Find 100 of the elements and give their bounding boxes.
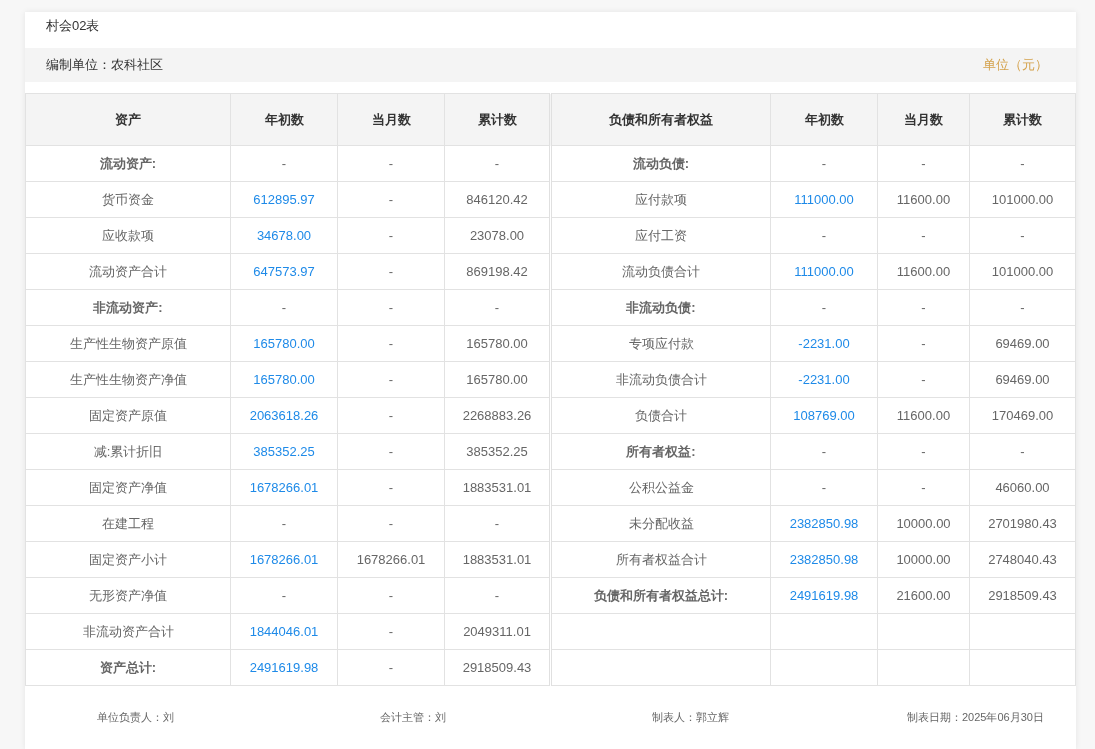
table-cell: -: [877, 469, 970, 506]
table-cell: -: [337, 505, 445, 542]
table-cell: -: [770, 145, 878, 182]
table-cell: -: [337, 181, 445, 218]
table-cell: -: [230, 289, 338, 326]
signature-field: 制表日期：2025年06月30日: [907, 710, 1044, 725]
value-link[interactable]: 34678.00: [230, 217, 338, 254]
table-cell: -: [877, 217, 970, 254]
row-label: 流动资产合计: [25, 253, 231, 290]
value-link[interactable]: 108769.00: [770, 397, 878, 434]
column-header: 年初数: [770, 93, 878, 146]
table-cell: -: [969, 145, 1076, 182]
signature-field: 会计主管：刘: [380, 710, 446, 725]
table-cell: -: [337, 433, 445, 470]
row-label: 固定资产小计: [25, 541, 231, 578]
column-header: 年初数: [230, 93, 338, 146]
org-label: 编制单位：农科社区: [46, 56, 163, 74]
value-link[interactable]: 2382850.98: [770, 505, 878, 542]
signature-field: 制表人：郭立辉: [652, 710, 729, 725]
table-cell: -: [969, 217, 1076, 254]
row-label: 固定资产净值: [25, 469, 231, 506]
table-cell: -: [770, 217, 878, 254]
row-label: 在建工程: [25, 505, 231, 542]
table-cell: -: [230, 505, 338, 542]
value-link[interactable]: 612895.97: [230, 181, 338, 218]
value-link[interactable]: 165780.00: [230, 361, 338, 398]
table-cell: 170469.00: [969, 397, 1076, 434]
table-cell: -: [877, 361, 970, 398]
table-cell: 1678266.01: [337, 541, 445, 578]
value-link[interactable]: 1678266.01: [230, 469, 338, 506]
table-cell: -: [877, 325, 970, 362]
row-label: 应收款项: [25, 217, 231, 254]
value-link[interactable]: 2491619.98: [770, 577, 878, 614]
row-label: 所有者权益合计: [550, 541, 771, 578]
table-cell: -: [969, 289, 1076, 326]
table-cell: 69469.00: [969, 361, 1076, 398]
table-cell: -: [230, 577, 338, 614]
row-label: 非流动资产合计: [25, 613, 231, 650]
table-cell: 101000.00: [969, 253, 1076, 290]
table-cell: -: [337, 217, 445, 254]
column-header: 累计数: [444, 93, 551, 146]
table-cell: 11600.00: [877, 181, 970, 218]
row-label: 应付款项: [550, 181, 771, 218]
table-cell: -: [877, 145, 970, 182]
column-header: 当月数: [877, 93, 970, 146]
row-label: 公积公益金: [550, 469, 771, 506]
value-link[interactable]: 1678266.01: [230, 541, 338, 578]
row-label: 应付工资: [550, 217, 771, 254]
report-title: 村会02表: [45, 17, 101, 35]
row-label: 流动负债合计: [550, 253, 771, 290]
table-cell: 101000.00: [969, 181, 1076, 218]
value-link[interactable]: 111000.00: [770, 181, 878, 218]
table-cell: 10000.00: [877, 505, 970, 542]
table-cell: -: [230, 145, 338, 182]
table-cell: 2748040.43: [969, 541, 1076, 578]
row-label: 非流动资产:: [25, 289, 231, 326]
value-link[interactable]: 385352.25: [230, 433, 338, 470]
table-cell: -: [337, 361, 445, 398]
row-label: 固定资产原值: [25, 397, 231, 434]
value-link[interactable]: 2382850.98: [770, 541, 878, 578]
value-link[interactable]: -2231.00: [770, 325, 878, 362]
column-header: 当月数: [337, 93, 445, 146]
signature-field: 单位负责人：刘: [97, 710, 174, 725]
column-header: 累计数: [969, 93, 1076, 146]
value-link[interactable]: 165780.00: [230, 325, 338, 362]
table-cell: 2918509.43: [969, 577, 1076, 614]
table-cell: -: [337, 649, 445, 686]
row-label: 流动负债:: [550, 145, 771, 182]
row-label: 生产性生物资产原值: [25, 325, 231, 362]
table-cell: -: [337, 397, 445, 434]
value-link[interactable]: 2491619.98: [230, 649, 338, 686]
row-label: 流动资产:: [25, 145, 231, 182]
table-cell: 69469.00: [969, 325, 1076, 362]
row-label: 未分配收益: [550, 505, 771, 542]
table-cell: -: [877, 289, 970, 326]
value-link[interactable]: 111000.00: [770, 253, 878, 290]
row-label: 专项应付款: [550, 325, 771, 362]
row-label: 非流动负债:: [550, 289, 771, 326]
row-label: 资产总计:: [25, 649, 231, 686]
value-link[interactable]: 2063618.26: [230, 397, 338, 434]
row-label: 所有者权益:: [550, 433, 771, 470]
value-link[interactable]: 1844046.01: [230, 613, 338, 650]
table-cell: -: [337, 613, 445, 650]
row-label: 减:累计折旧: [25, 433, 231, 470]
row-label: 生产性生物资产净值: [25, 361, 231, 398]
table-cell: -: [337, 325, 445, 362]
table-cell: 11600.00: [877, 253, 970, 290]
value-link[interactable]: -2231.00: [770, 361, 878, 398]
value-link[interactable]: 647573.97: [230, 253, 338, 290]
table-cell: 2701980.43: [969, 505, 1076, 542]
row-label: 货币资金: [25, 181, 231, 218]
table-cell: -: [969, 433, 1076, 470]
row-label: 无形资产净值: [25, 577, 231, 614]
row-label: 负债和所有者权益总计:: [550, 577, 771, 614]
row-label: 非流动负债合计: [550, 361, 771, 398]
column-header: 资产: [25, 93, 231, 146]
unit-label: 单位（元）: [983, 56, 1048, 74]
table-cell: -: [337, 253, 445, 290]
row-label: 负债合计: [550, 397, 771, 434]
table-cell: -: [770, 433, 878, 470]
